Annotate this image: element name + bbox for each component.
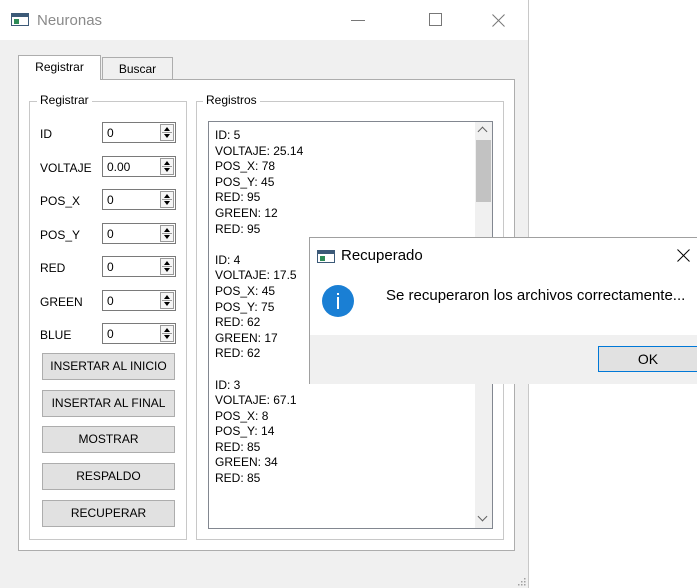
voltaje-label: VOLTAJE: [40, 161, 92, 175]
spin-arrows-icon[interactable]: [160, 325, 174, 342]
id-spinbox[interactable]: 0: [102, 122, 176, 143]
message-dialog: Recuperado Se recuperaron los archivos c…: [309, 237, 697, 384]
dialog-app-icon: [317, 250, 335, 263]
ok-button[interactable]: OK: [598, 346, 697, 372]
resize-grip-icon[interactable]: [518, 578, 526, 586]
voltaje-spinbox[interactable]: 0.00: [102, 156, 176, 177]
registrar-group-title: Registrar: [37, 93, 92, 107]
green-value: 0: [107, 294, 114, 308]
app-icon: [11, 13, 29, 26]
window-title: Neuronas: [37, 12, 103, 29]
scroll-up-icon[interactable]: [475, 122, 492, 139]
id-value: 0: [107, 126, 114, 140]
spin-arrows-icon[interactable]: [160, 292, 174, 309]
id-label: ID: [40, 127, 52, 141]
info-icon: [322, 285, 354, 317]
green-spinbox[interactable]: 0: [102, 290, 176, 311]
insertar-al-final-button[interactable]: INSERTAR AL FINAL: [42, 390, 175, 417]
spin-arrows-icon[interactable]: [160, 124, 174, 141]
close-icon[interactable]: [475, 0, 521, 40]
green-label: GREEN: [40, 295, 83, 309]
respaldo-button[interactable]: RESPALDO: [42, 463, 175, 490]
registros-group-title: Registros: [203, 93, 260, 107]
tab-buscar[interactable]: Buscar: [102, 57, 173, 80]
recuperar-button[interactable]: RECUPERAR: [42, 500, 175, 527]
blue-spinbox[interactable]: 0: [102, 323, 176, 344]
blue-label: BLUE: [40, 328, 72, 342]
red-spinbox[interactable]: 0: [102, 256, 176, 277]
spin-arrows-icon[interactable]: [160, 258, 174, 275]
spin-arrows-icon[interactable]: [160, 225, 174, 242]
red-label: RED: [40, 261, 66, 275]
pos-y-value: 0: [107, 227, 114, 241]
pos-x-value: 0: [107, 193, 114, 207]
dialog-close-icon[interactable]: [668, 241, 697, 271]
pos-y-label: POS_Y: [40, 228, 81, 242]
red-value: 0: [107, 260, 114, 274]
tab-registrar[interactable]: Registrar: [18, 55, 101, 80]
dialog-title: Recuperado: [341, 247, 423, 264]
title-bar[interactable]: Neuronas: [0, 0, 528, 40]
dialog-message: Se recuperaron los archivos correctament…: [386, 287, 686, 304]
voltaje-value: 0.00: [107, 160, 131, 174]
blue-value: 0: [107, 327, 114, 341]
scroll-down-icon[interactable]: [475, 511, 492, 528]
spin-arrows-icon[interactable]: [160, 191, 174, 208]
scroll-thumb[interactable]: [476, 140, 491, 202]
pos-x-spinbox[interactable]: 0: [102, 189, 176, 210]
pos-y-spinbox[interactable]: 0: [102, 223, 176, 244]
registros-text: ID: 5 VOLTAJE: 25.14 POS_X: 78 POS_Y: 45…: [215, 128, 304, 486]
maximize-icon[interactable]: [412, 0, 458, 40]
spin-arrows-icon[interactable]: [160, 158, 174, 175]
minimize-icon[interactable]: [335, 0, 381, 40]
mostrar-button[interactable]: MOSTRAR: [42, 426, 175, 453]
insertar-al-inicio-button[interactable]: INSERTAR AL INICIO: [42, 353, 175, 380]
pos-x-label: POS_X: [40, 194, 81, 208]
